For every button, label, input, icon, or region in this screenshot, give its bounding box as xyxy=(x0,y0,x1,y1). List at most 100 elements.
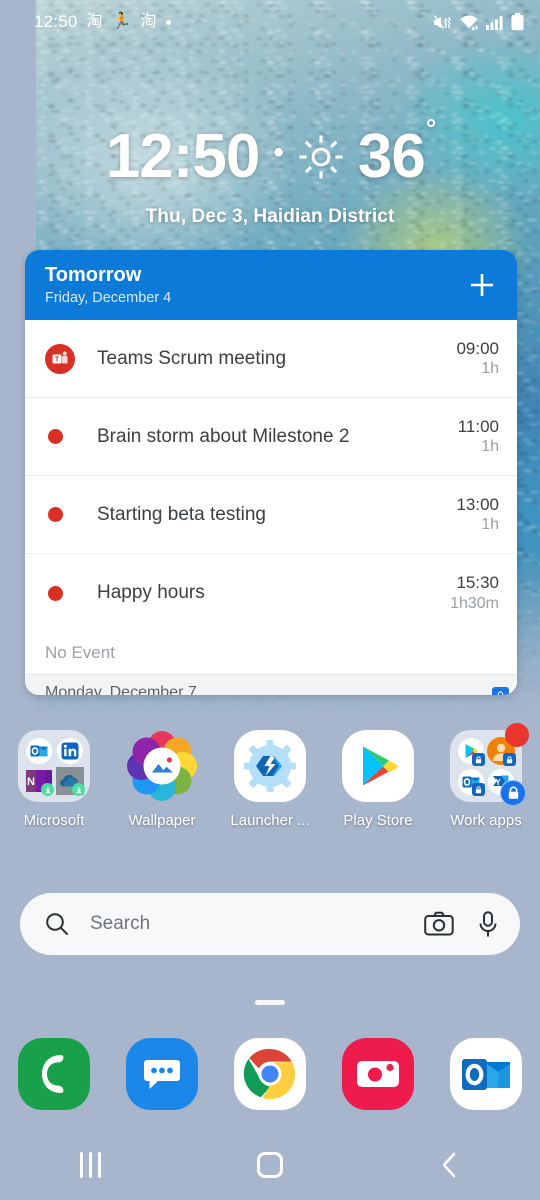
battery-icon xyxy=(511,13,524,31)
phone-icon[interactable] xyxy=(18,1038,90,1110)
red-dot-icon xyxy=(48,507,63,522)
app-item-play-store[interactable]: Play Store xyxy=(324,730,432,829)
work-profile-lock-icon xyxy=(500,780,526,806)
dock-item-camera[interactable] xyxy=(324,1038,432,1110)
event-time-block: 15:30 1h30m xyxy=(427,572,499,613)
app-grid: N Microsoft Wallpaper Launcher ... Play … xyxy=(0,723,540,829)
calendar-footer-label: Monday, December 7 xyxy=(45,683,197,696)
red-dot-icon xyxy=(48,429,63,444)
wifi-icon xyxy=(460,15,479,31)
svg-text:N: N xyxy=(27,776,35,788)
calendar-widget-header[interactable]: Tomorrow Friday, December 4 xyxy=(25,250,517,320)
navigation-bar xyxy=(0,1130,540,1200)
wallpaper-icon[interactable] xyxy=(126,730,198,802)
linkedin-icon xyxy=(56,737,84,764)
notification-dot-badge xyxy=(505,723,529,747)
app-item-work-apps[interactable]: Y Work apps xyxy=(432,723,540,829)
clock-weather-widget[interactable]: 12:50 • 36° Thu, Dec 3, Haidian District xyxy=(0,115,540,228)
download-badge-icon xyxy=(41,783,54,796)
event-title: Happy hours xyxy=(97,582,205,603)
event-indicator: T xyxy=(45,343,81,374)
download-badge-icon xyxy=(72,783,85,796)
event-title: Starting beta testing xyxy=(97,503,266,525)
event-indicator xyxy=(45,585,81,601)
clock-time[interactable]: 12:50 xyxy=(106,126,261,188)
work-lock-badge-icon xyxy=(472,783,485,796)
microsoft-teams-icon: T xyxy=(45,343,75,374)
work-lock-badge-icon xyxy=(503,753,516,766)
calendar-event-row[interactable]: Brain storm about Milestone 2 11:00 1h xyxy=(25,398,517,476)
android-home-screen: 12:50 淘 🏃 淘 12:50 • 36° Thu, Dec 3, Haid… xyxy=(0,0,540,1200)
app-label: Work apps xyxy=(450,812,522,829)
work-lock-badge-icon xyxy=(472,753,485,766)
outlook-icon[interactable] xyxy=(450,1038,522,1110)
app-item-microsoft[interactable]: N Microsoft xyxy=(0,730,108,829)
home-button[interactable] xyxy=(180,1130,360,1200)
status-bar[interactable]: 12:50 淘 🏃 淘 xyxy=(0,0,540,44)
event-indicator xyxy=(45,429,81,444)
dock-item-outlook[interactable] xyxy=(432,1038,540,1110)
app-label: Launcher ... xyxy=(230,812,310,829)
taobao-rider-icon: 🏃 xyxy=(111,13,132,30)
status-bar-left: 12:50 淘 🏃 淘 xyxy=(34,12,171,32)
work-apps-folder-icon[interactable]: Y xyxy=(450,723,529,806)
camera-app-icon[interactable] xyxy=(342,1038,414,1110)
calendar-event-list: T Teams Scrum meeting 09:00 1h Brain sto… xyxy=(25,320,517,674)
play-store-icon-bg xyxy=(342,730,414,802)
calendar-event-row[interactable]: T Teams Scrum meeting 09:00 1h xyxy=(25,320,517,398)
outlook-icon xyxy=(25,737,53,764)
plus-icon xyxy=(471,274,493,296)
back-button[interactable] xyxy=(360,1130,540,1200)
dot-icon xyxy=(165,19,171,25)
search-bar[interactable]: Search xyxy=(20,893,520,955)
svg-text:T: T xyxy=(55,356,60,363)
red-dot-icon xyxy=(48,585,63,601)
event-time-block: 09:00 1h xyxy=(427,338,499,379)
launcher-icon-bg xyxy=(234,730,306,802)
dock-item-chrome[interactable] xyxy=(216,1038,324,1110)
onedrive-icon xyxy=(56,767,85,796)
dock-item-phone[interactable] xyxy=(0,1038,108,1110)
app-item-wallpaper[interactable]: Wallpaper xyxy=(108,730,216,829)
status-bar-right xyxy=(433,13,524,31)
event-duration: 1h30m xyxy=(450,594,499,612)
dock-item-messages[interactable] xyxy=(108,1038,216,1110)
app-item-launcher-settings[interactable]: Launcher ... xyxy=(216,730,324,829)
sun-icon xyxy=(299,135,343,179)
clock-weather-separator: • xyxy=(273,136,284,169)
search-actions xyxy=(424,910,498,938)
microphone-icon[interactable] xyxy=(478,910,498,938)
page-indicator-handle[interactable] xyxy=(255,1000,285,1005)
status-bar-clock: 12:50 xyxy=(34,12,78,31)
svg-text:Y: Y xyxy=(495,778,501,787)
no-event-label: No Event xyxy=(25,632,517,674)
weather-temperature[interactable]: 36° xyxy=(358,115,436,188)
camera-icon[interactable] xyxy=(424,911,454,937)
add-event-button[interactable] xyxy=(465,268,499,302)
messages-icon[interactable] xyxy=(126,1038,198,1110)
clock-weather-row: 12:50 • 36° xyxy=(0,115,540,194)
search-icon[interactable] xyxy=(44,911,70,937)
launcher-settings-icon[interactable] xyxy=(234,730,306,802)
microsoft-folder-icon[interactable]: N xyxy=(18,730,90,802)
calendar-event-row[interactable]: Starting beta testing 13:00 1h xyxy=(25,476,517,554)
calendar-header-subtitle: Friday, December 4 xyxy=(45,290,172,306)
calendar-next-day-row[interactable]: Monday, December 7 xyxy=(25,674,517,695)
back-icon xyxy=(442,1152,456,1178)
play-store-icon[interactable] xyxy=(342,730,414,802)
event-start-time: 13:00 xyxy=(456,494,499,514)
taobao-icon: 淘 xyxy=(86,13,103,30)
recents-button[interactable] xyxy=(0,1130,180,1200)
signal-icon xyxy=(486,15,503,30)
event-title: Brain storm about Milestone 2 xyxy=(97,425,350,447)
calendar-widget[interactable]: Tomorrow Friday, December 4 T Teams Scru… xyxy=(25,250,517,695)
play-store-icon xyxy=(457,737,485,766)
outlook-icon xyxy=(457,768,485,796)
taobao-icon: 淘 xyxy=(140,13,157,30)
chrome-icon[interactable] xyxy=(234,1038,306,1110)
event-time-block: 11:00 1h xyxy=(427,416,499,457)
search-input[interactable]: Search xyxy=(70,913,424,935)
calendar-event-row[interactable]: Happy hours 15:30 1h30m xyxy=(25,554,517,632)
dock xyxy=(0,1038,540,1110)
event-start-time: 11:00 xyxy=(457,416,499,436)
